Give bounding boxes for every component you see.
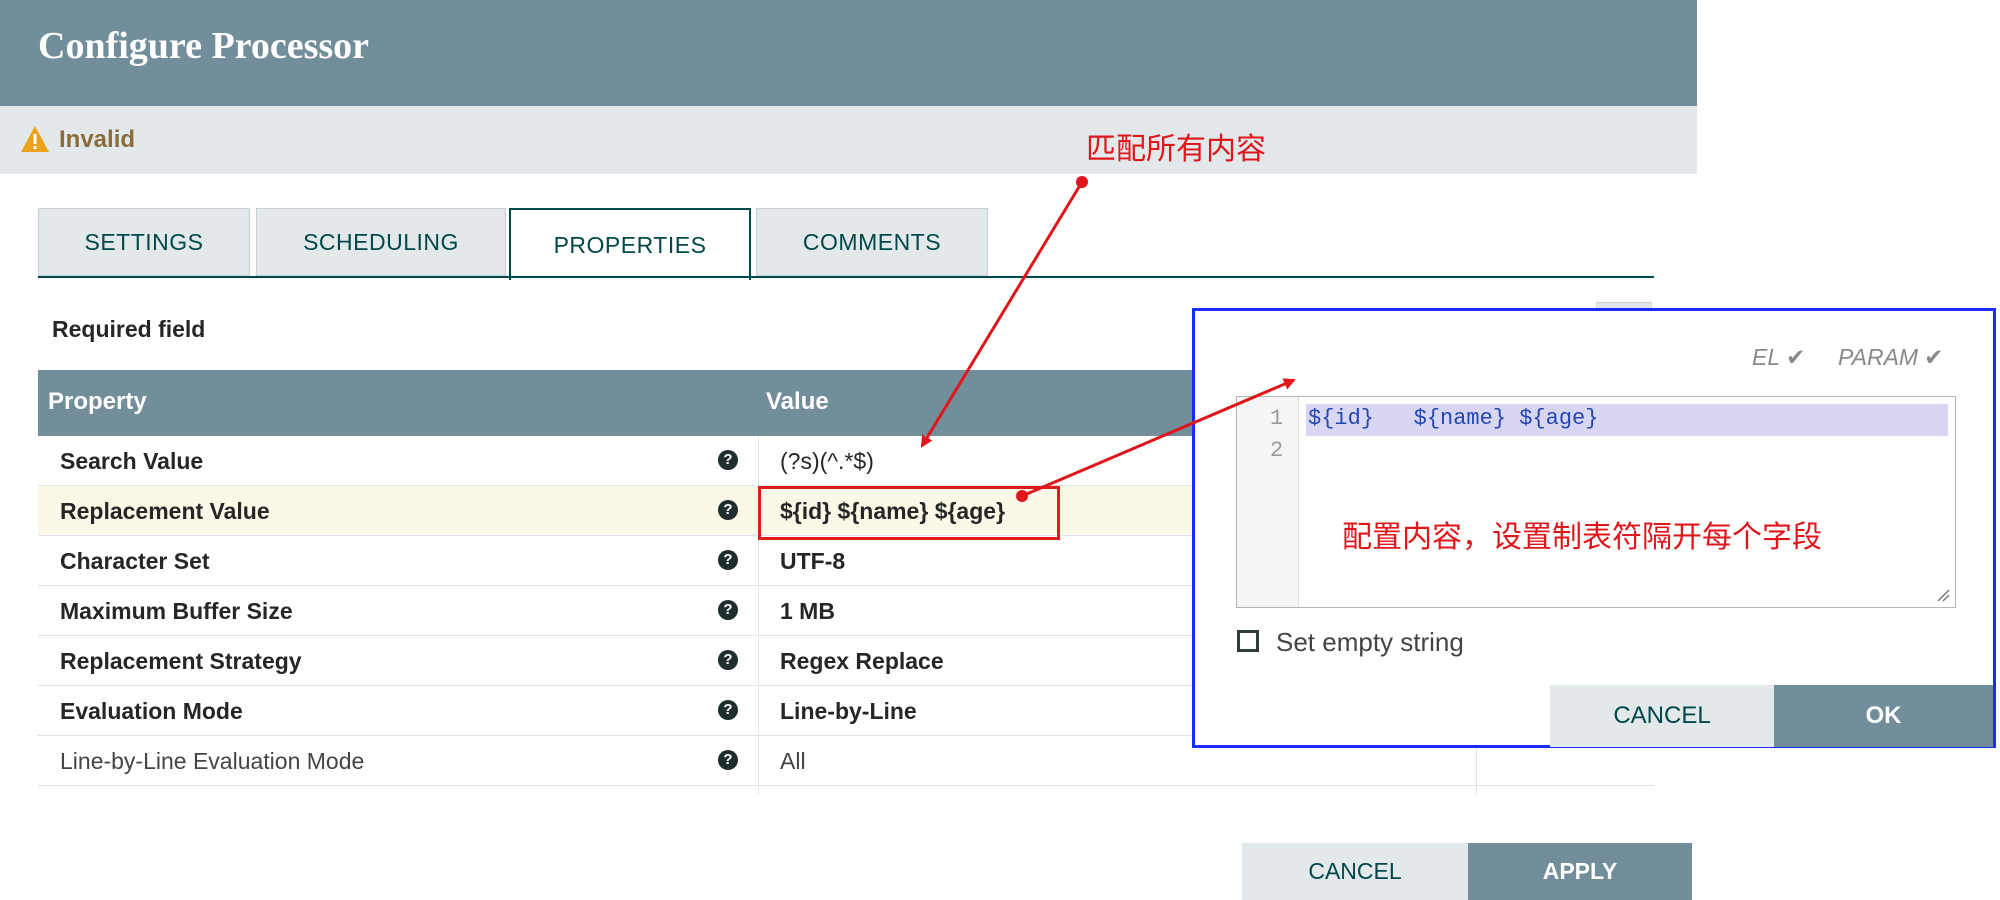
tab-properties[interactable]: PROPERTIES [509, 208, 751, 280]
tab-settings[interactable]: SETTINGS [38, 208, 250, 276]
property-value[interactable]: All [780, 748, 806, 775]
annotation-match-all: 匹配所有内容 [1086, 133, 1266, 166]
popup-ok-button[interactable]: OK [1774, 685, 1993, 747]
column-header-property: Property [48, 388, 147, 415]
warning-icon [21, 126, 49, 152]
property-value[interactable]: Regex Replace [780, 648, 944, 675]
property-name: Character Set [60, 548, 210, 574]
required-field-label: Required field [52, 316, 206, 342]
property-name: Maximum Buffer Size [60, 598, 293, 624]
property-name: Evaluation Mode [60, 698, 243, 724]
help-icon[interactable]: ? [718, 600, 738, 620]
param-label: PARAM [1838, 344, 1919, 370]
check-icon: ✔ [1786, 344, 1806, 370]
help-icon[interactable]: ? [718, 500, 738, 520]
property-value[interactable]: UTF-8 [780, 548, 845, 575]
help-icon[interactable]: ? [718, 550, 738, 570]
highlight-box [758, 486, 1060, 540]
annotation-config-note: 配置内容，设置制表符隔开每个字段 [1342, 521, 1822, 554]
tab-scheduling[interactable]: SCHEDULING [256, 208, 506, 276]
el-label: EL [1752, 344, 1781, 370]
line-number: 2 [1270, 438, 1284, 463]
dialog-title: Configure Processor [38, 25, 370, 67]
line-number: 1 [1270, 406, 1284, 431]
tab-underline [38, 276, 1654, 278]
help-icon[interactable]: ? [718, 750, 738, 770]
column-header-value: Value [766, 388, 829, 415]
status-bar [0, 106, 1697, 174]
line-number-gutter [1237, 397, 1299, 607]
property-name: Line-by-Line Evaluation Mode [60, 748, 365, 774]
status-text: Invalid [59, 126, 136, 153]
cancel-button[interactable]: CANCEL [1242, 843, 1468, 900]
property-value[interactable]: 1 MB [780, 598, 835, 625]
property-value[interactable]: (?s)(^.*$) [780, 448, 874, 475]
apply-button[interactable]: APPLY [1468, 843, 1692, 900]
property-value[interactable]: Line-by-Line [780, 698, 917, 725]
property-name: Replacement Strategy [60, 648, 302, 674]
resize-handle-icon[interactable] [1936, 588, 1950, 602]
param-support-indicator: PARAM ✔ [1838, 344, 1943, 371]
property-name: Replacement Value [60, 498, 270, 524]
arrow-origin-dot [1076, 176, 1088, 188]
help-icon[interactable]: ? [718, 700, 738, 720]
editor-line[interactable]: ${id} ${name} ${age} [1308, 406, 1598, 431]
tab-comments[interactable]: COMMENTS [756, 208, 988, 276]
popup-cancel-button[interactable]: CANCEL [1550, 685, 1774, 747]
property-name: Search Value [60, 448, 204, 474]
set-empty-string-checkbox[interactable] [1237, 630, 1259, 652]
help-icon[interactable]: ? [718, 450, 738, 470]
check-icon: ✔ [1924, 344, 1944, 370]
el-support-indicator: EL ✔ [1752, 344, 1805, 371]
help-icon[interactable]: ? [718, 650, 738, 670]
set-empty-string-label[interactable]: Set empty string [1276, 627, 1464, 658]
